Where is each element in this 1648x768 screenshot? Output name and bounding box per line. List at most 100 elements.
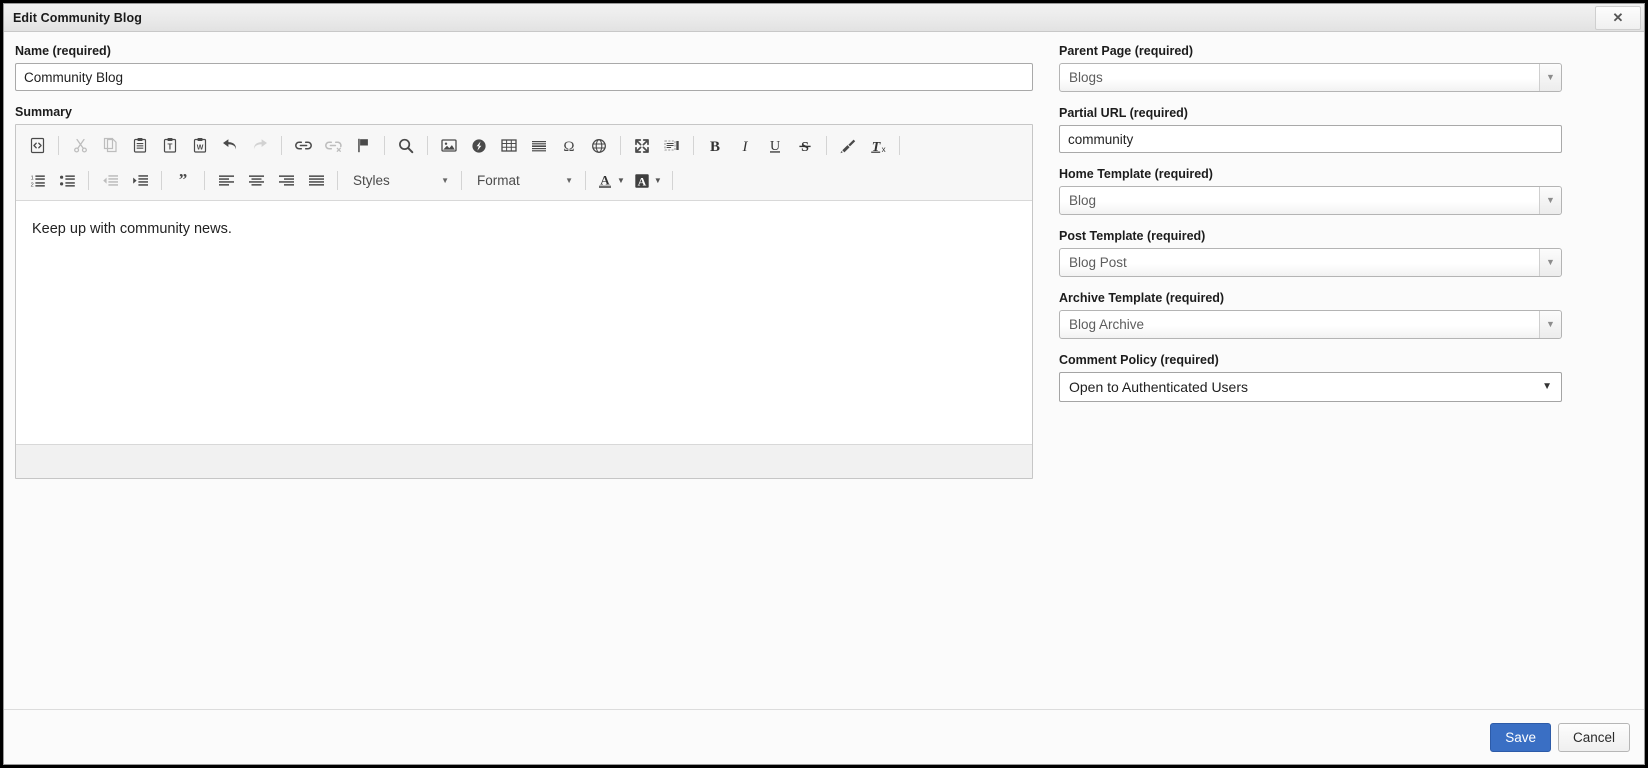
show-blocks-icon[interactable] bbox=[657, 132, 687, 159]
align-right-icon[interactable] bbox=[271, 167, 301, 194]
toolbar-divider bbox=[161, 171, 162, 190]
svg-text:S: S bbox=[801, 140, 809, 155]
align-justify-icon[interactable] bbox=[301, 167, 331, 194]
text-color-icon: A bbox=[599, 172, 611, 188]
bold-icon[interactable]: B bbox=[700, 132, 730, 159]
indent-icon[interactable] bbox=[125, 167, 155, 194]
iframe-globe-icon[interactable] bbox=[584, 132, 614, 159]
styles-combo[interactable]: Styles ▼ bbox=[344, 168, 455, 193]
underline-icon[interactable]: U bbox=[760, 132, 790, 159]
partial-url-label: Partial URL (required) bbox=[1059, 106, 1188, 120]
align-left-icon[interactable] bbox=[211, 167, 241, 194]
toolbar-divider bbox=[384, 136, 385, 155]
undo-icon[interactable] bbox=[215, 132, 245, 159]
redo-icon[interactable] bbox=[245, 132, 275, 159]
align-center-icon[interactable] bbox=[241, 167, 271, 194]
paste-from-word-icon[interactable]: W bbox=[185, 132, 215, 159]
name-input[interactable] bbox=[15, 63, 1033, 91]
dialog-title: Edit Community Blog bbox=[13, 10, 142, 25]
editor-content-area[interactable]: Keep up with community news. bbox=[16, 201, 1032, 444]
flash-icon[interactable] bbox=[464, 132, 494, 159]
bulleted-list-icon[interactable] bbox=[52, 167, 82, 194]
parent-page-select[interactable]: Blogs ▼ bbox=[1059, 63, 1562, 92]
numbered-list-icon[interactable]: 12 bbox=[22, 167, 52, 194]
unlink-icon[interactable] bbox=[318, 132, 348, 159]
chevron-down-icon: ▼ bbox=[1539, 311, 1561, 338]
save-button[interactable]: Save bbox=[1490, 722, 1551, 752]
copy-icon[interactable] bbox=[95, 132, 125, 159]
chevron-down-icon: ▼ bbox=[1539, 249, 1561, 276]
copy-formatting-icon[interactable] bbox=[833, 132, 863, 159]
partial-url-input[interactable] bbox=[1059, 125, 1562, 153]
left-column: Name (required) Summary bbox=[15, 44, 1033, 479]
toolbar-divider bbox=[693, 136, 694, 155]
source-icon[interactable] bbox=[22, 132, 52, 159]
background-color-button[interactable]: A ▼ bbox=[629, 168, 666, 193]
horizontal-rule-icon[interactable] bbox=[524, 132, 554, 159]
post-template-select[interactable]: Blog Post ▼ bbox=[1059, 248, 1562, 277]
toolbar-divider bbox=[58, 136, 59, 155]
post-template-label: Post Template (required) bbox=[1059, 229, 1206, 243]
svg-text:A: A bbox=[600, 172, 610, 187]
home-template-label: Home Template (required) bbox=[1059, 167, 1213, 181]
parent-page-label: Parent Page (required) bbox=[1059, 44, 1194, 58]
chevron-down-icon: ▼ bbox=[1542, 381, 1552, 392]
image-icon[interactable] bbox=[434, 132, 464, 159]
chevron-down-icon: ▼ bbox=[617, 175, 625, 185]
archive-template-select[interactable]: Blog Archive ▼ bbox=[1059, 310, 1562, 339]
text-color-button[interactable]: A ▼ bbox=[592, 168, 629, 193]
parent-page-value: Blogs bbox=[1069, 70, 1103, 85]
styles-combo-label: Styles bbox=[353, 173, 390, 188]
chevron-down-icon: ▼ bbox=[1539, 64, 1561, 91]
cut-icon[interactable] bbox=[65, 132, 95, 159]
remove-format-icon[interactable]: Tx bbox=[863, 132, 893, 159]
anchor-flag-icon[interactable] bbox=[348, 132, 378, 159]
toolbar-divider bbox=[585, 171, 586, 190]
maximize-icon[interactable] bbox=[627, 132, 657, 159]
toolbar-divider bbox=[204, 171, 205, 190]
toolbar-divider bbox=[427, 136, 428, 155]
svg-text:I: I bbox=[742, 139, 749, 155]
svg-text:T: T bbox=[167, 142, 172, 151]
svg-text:W: W bbox=[196, 144, 203, 151]
chevron-down-icon: ▼ bbox=[1539, 187, 1561, 214]
comment-policy-select[interactable]: Open to Authenticated Users ▼ bbox=[1059, 372, 1562, 402]
cancel-button[interactable]: Cancel bbox=[1557, 722, 1630, 752]
editor-status-bar bbox=[16, 444, 1032, 478]
comment-policy-value: Open to Authenticated Users bbox=[1069, 379, 1248, 395]
paste-as-text-icon[interactable]: T bbox=[155, 132, 185, 159]
dialog-content: Name (required) Summary bbox=[4, 32, 1644, 709]
toolbar-divider bbox=[826, 136, 827, 155]
toolbar-divider bbox=[461, 171, 462, 190]
editor-toolbar-row-2: 12 ” Styles ▼ Format ▼ A ▼ A ▼ bbox=[18, 163, 1030, 198]
special-character-icon[interactable]: Ω bbox=[554, 132, 584, 159]
right-column: Parent Page (required) Blogs ▼ Partial U… bbox=[1059, 44, 1562, 402]
background-color-icon: A bbox=[635, 173, 649, 188]
link-icon[interactable] bbox=[288, 132, 318, 159]
editor-paragraph: Keep up with community news. bbox=[32, 221, 232, 237]
svg-text:B: B bbox=[710, 139, 720, 155]
toolbar-divider bbox=[899, 136, 900, 155]
summary-rich-text-editor: T W Ω B I U S T x 1 2 ” Styles ▼ Format … bbox=[15, 124, 1033, 479]
toolbar-divider bbox=[337, 171, 338, 190]
table-icon[interactable] bbox=[494, 132, 524, 159]
home-template-select[interactable]: Blog ▼ bbox=[1059, 186, 1562, 215]
find-icon[interactable] bbox=[391, 132, 421, 159]
home-template-value: Blog bbox=[1069, 193, 1097, 208]
svg-text:x: x bbox=[881, 145, 885, 154]
comment-policy-label: Comment Policy (required) bbox=[1059, 353, 1219, 367]
post-template-value: Blog Post bbox=[1069, 255, 1127, 270]
toolbar-divider bbox=[88, 171, 89, 190]
toolbar-divider bbox=[620, 136, 621, 155]
paste-icon[interactable] bbox=[125, 132, 155, 159]
close-icon[interactable]: ✕ bbox=[1595, 6, 1641, 30]
outdent-icon[interactable] bbox=[95, 167, 125, 194]
italic-icon[interactable]: I bbox=[730, 132, 760, 159]
editor-toolbar: T W Ω B I U S T x 1 2 ” Styles ▼ Format … bbox=[16, 125, 1032, 201]
archive-template-value: Blog Archive bbox=[1069, 317, 1145, 332]
blockquote-icon[interactable]: ” bbox=[168, 167, 198, 194]
toolbar-divider bbox=[671, 171, 673, 190]
format-combo[interactable]: Format ▼ bbox=[468, 168, 579, 193]
archive-template-label: Archive Template (required) bbox=[1059, 291, 1225, 305]
strikethrough-icon[interactable]: S bbox=[790, 132, 820, 159]
